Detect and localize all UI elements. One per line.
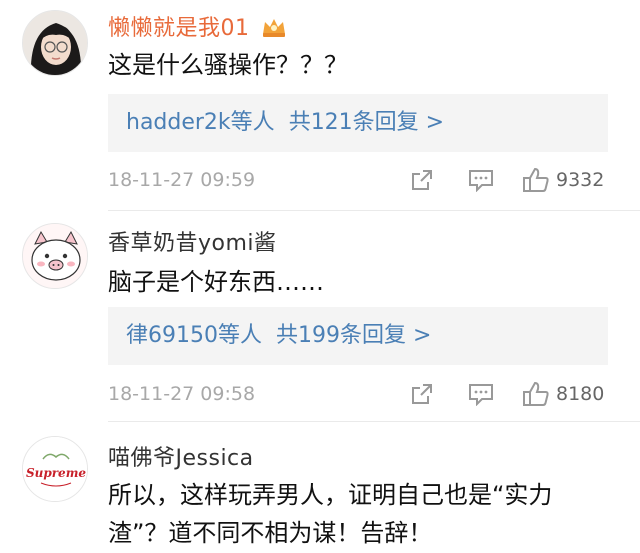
avatar[interactable] — [22, 223, 88, 289]
username-text[interactable]: 懒懒就是我01 — [108, 16, 250, 41]
meta-row: 18-11-27 09:59 9332 — [108, 165, 618, 195]
comment-icon — [469, 170, 493, 192]
comment-item: 懒懒就是我01 这是什么骚操作？？？ hadder2k等人 共121条回复 > 1… — [0, 0, 640, 210]
crown-badge-icon — [261, 16, 287, 44]
timestamp: 18-11-27 09:58 — [108, 383, 256, 405]
thumbs-up-icon — [523, 167, 549, 192]
like-button[interactable]: 9332 — [522, 165, 604, 195]
comment-text: 脑子是个好东西…… — [108, 268, 324, 296]
comment-button[interactable] — [468, 165, 494, 195]
username[interactable]: 喵佛爷Jessica — [108, 440, 254, 472]
username[interactable]: 懒懒就是我01 — [108, 10, 287, 44]
reply-count: 共121条回复 > — [288, 110, 445, 135]
comment-text-line: 渣”？道不同不相为谋！告辞！ — [108, 519, 433, 547]
comment-button[interactable] — [468, 379, 494, 409]
comment-icon — [469, 384, 493, 406]
thumbs-up-icon — [523, 381, 549, 406]
comment-text: 这是什么骚操作？？？ — [108, 51, 348, 79]
avatar[interactable]: Supreme — [22, 436, 88, 502]
reply-count: 共199条回复 > — [276, 323, 432, 348]
reply-users: 律69150等人 — [126, 323, 262, 348]
replies-link[interactable]: hadder2k等人 共121条回复 > — [108, 94, 608, 152]
pig-avatar-image — [23, 224, 87, 288]
timestamp: 18-11-27 09:59 — [108, 169, 256, 191]
like-count: 8180 — [556, 383, 605, 405]
replies-link[interactable]: 律69150等人 共199条回复 > — [108, 307, 608, 365]
comment-item: Supreme 喵佛爷Jessica 所以，这样玩弄男人，证明自己也是“实力 渣… — [0, 422, 640, 553]
supreme-logo-text: Supreme — [26, 466, 86, 480]
like-button[interactable]: 8180 — [522, 379, 604, 409]
like-count: 9332 — [556, 169, 605, 191]
comment-text-line: 所以，这样玩弄男人，证明自己也是“实力 — [108, 481, 553, 509]
comment-text: 所以，这样玩弄男人，证明自己也是“实力 渣”？道不同不相为谋！告辞！ — [108, 476, 552, 552]
avatar[interactable] — [22, 10, 88, 76]
share-button[interactable] — [410, 165, 434, 195]
share-button[interactable] — [410, 379, 434, 409]
supreme-avatar-image: Supreme — [23, 437, 87, 501]
username[interactable]: 香草奶昔yomi酱 — [108, 225, 277, 257]
share-icon — [412, 384, 432, 404]
reply-users: hadder2k等人 — [126, 110, 275, 135]
share-icon — [412, 170, 432, 190]
meta-row: 18-11-27 09:58 8180 — [108, 379, 618, 409]
avatar-portrait-image — [23, 11, 87, 75]
comment-item: 香草奶昔yomi酱 脑子是个好东西…… 律69150等人 共199条回复 > 18… — [0, 211, 640, 421]
